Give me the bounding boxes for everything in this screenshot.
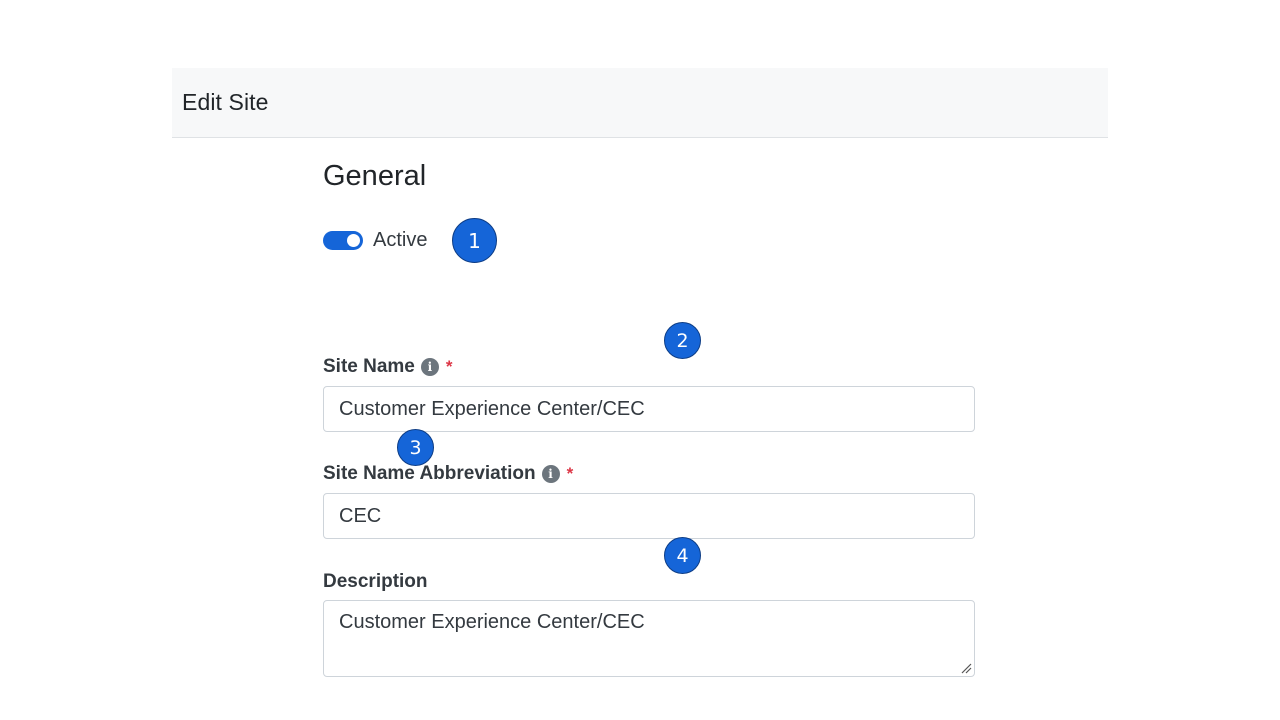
description-textarea[interactable]: Customer Experience Center/CEC xyxy=(323,600,975,677)
callout-3: 3 xyxy=(397,429,434,466)
required-marker: * xyxy=(445,357,453,376)
active-toggle-row: Active xyxy=(323,228,427,252)
site-abbreviation-label-text: Site Name Abbreviation xyxy=(323,463,536,484)
toggle-knob xyxy=(347,233,360,247)
description-label: Description xyxy=(323,571,428,593)
panel-header: Edit Site xyxy=(172,68,1108,138)
description-value: Customer Experience Center/CEC xyxy=(339,611,645,633)
site-abbreviation-value: CEC xyxy=(339,504,382,527)
info-icon[interactable]: i xyxy=(541,465,560,483)
callout-2: 2 xyxy=(664,322,701,359)
description-label-text: Description xyxy=(323,571,428,592)
site-name-label: Site Name i * xyxy=(323,356,453,378)
active-toggle-label[interactable]: Active xyxy=(373,229,427,252)
page-title: Edit Site xyxy=(182,89,269,115)
required-marker: * xyxy=(566,464,574,483)
site-name-value: Customer Experience Center/CEC xyxy=(339,397,645,420)
site-abbreviation-input[interactable]: CEC xyxy=(323,493,975,539)
callout-1: 1 xyxy=(452,218,497,263)
section-title: General xyxy=(323,160,427,192)
site-name-label-text: Site Name xyxy=(323,356,415,377)
edit-site-panel: Edit Site General Active Site Name i * C… xyxy=(172,68,1108,677)
resize-handle-icon[interactable] xyxy=(960,662,972,674)
site-abbreviation-label: Site Name Abbreviation i * xyxy=(323,463,573,485)
page: Edit Site General Active Site Name i * C… xyxy=(0,0,1280,720)
active-toggle[interactable] xyxy=(323,230,363,250)
site-name-input[interactable]: Customer Experience Center/CEC xyxy=(323,386,975,432)
info-icon[interactable]: i xyxy=(420,358,439,376)
callout-4: 4 xyxy=(664,537,701,574)
